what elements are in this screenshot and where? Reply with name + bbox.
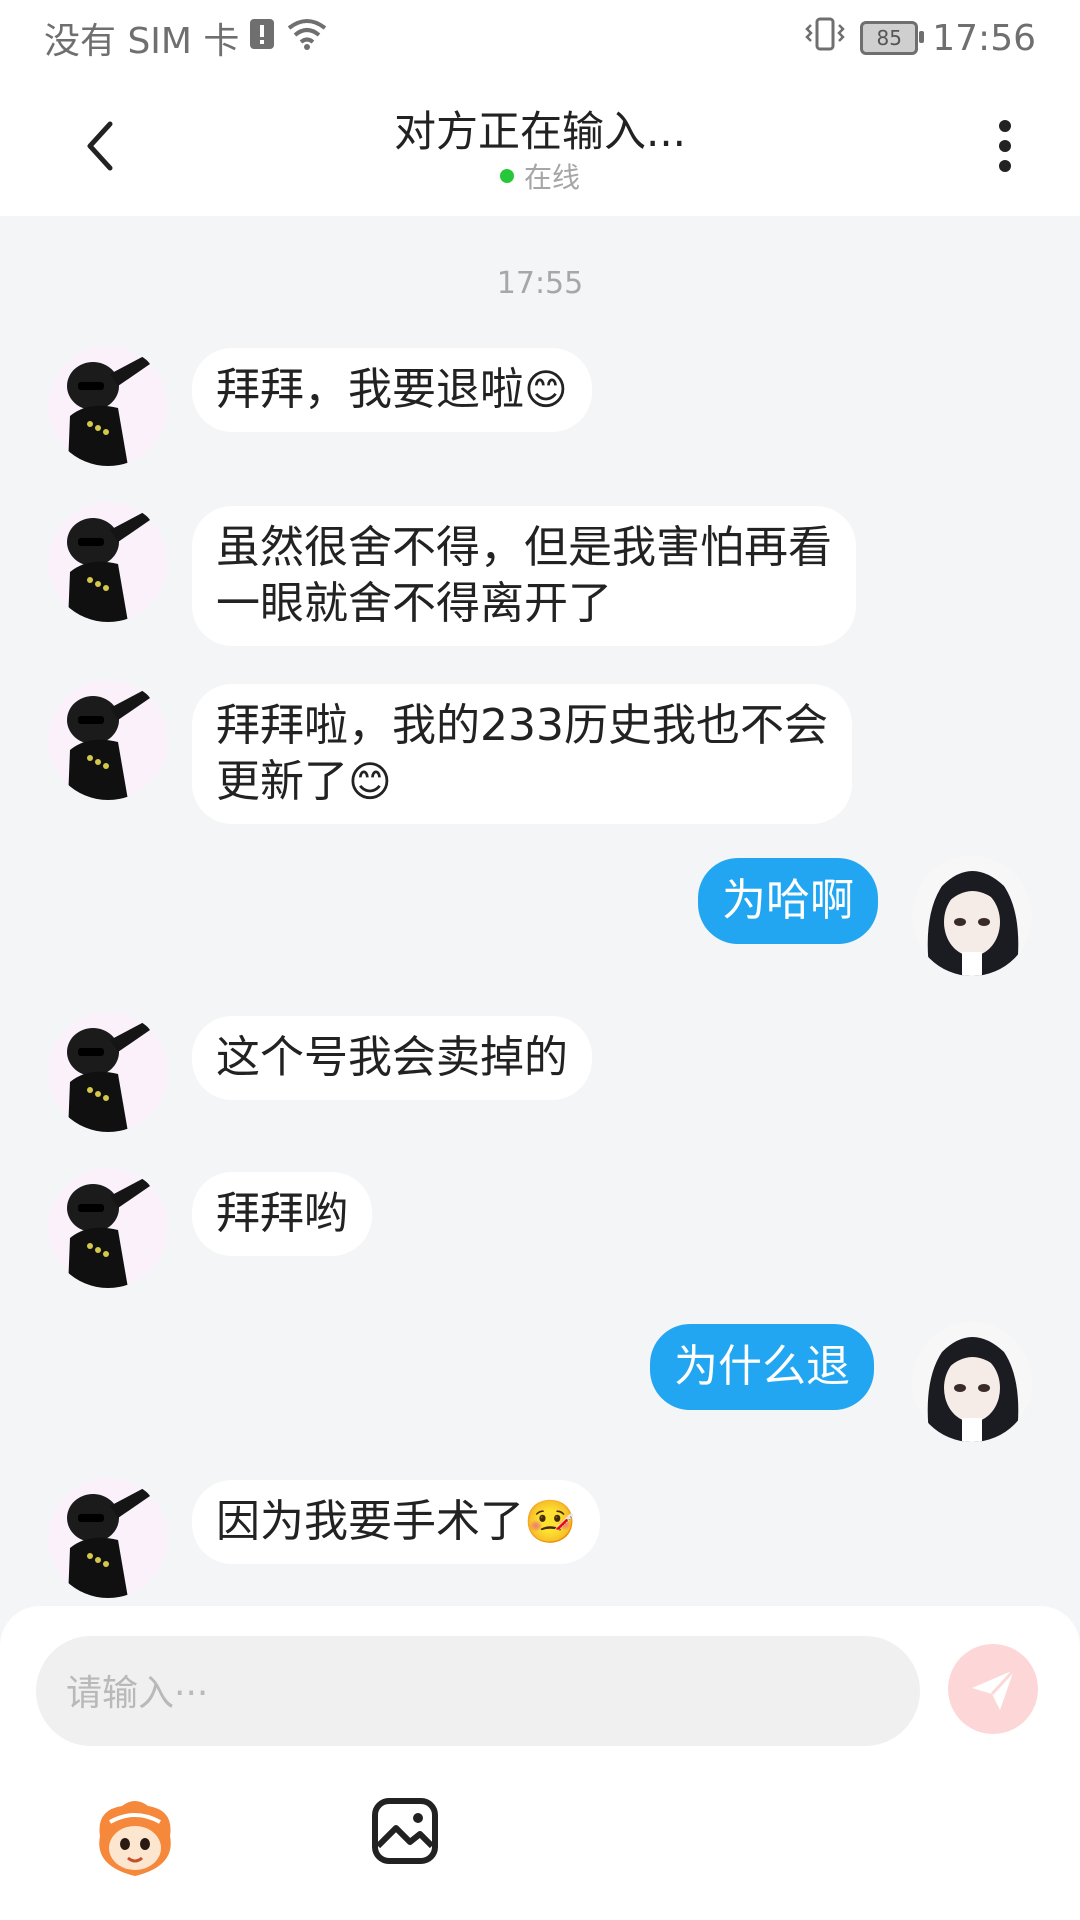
message-bubble[interactable]: 拜拜啦，我的233历史我也不会 更新了😊	[192, 684, 852, 824]
contact-avatar[interactable]	[48, 1478, 168, 1598]
contact-avatar[interactable]	[48, 346, 168, 466]
message-text-line: 虽然很舍不得，但是我害怕再看	[216, 522, 832, 573]
user-avatar[interactable]	[912, 856, 1032, 976]
input-bar: 请输入···	[0, 1606, 1080, 1920]
status-bar-left: 没有 SIM 卡	[44, 14, 329, 62]
smile-emoji-icon: 😊	[524, 365, 568, 414]
online-status: 在线	[0, 156, 1080, 196]
message-bubble[interactable]: 为哈啊	[698, 858, 878, 944]
alert-icon	[249, 18, 275, 59]
message-timestamp: 17:55	[496, 266, 584, 301]
status-bar-right: 85 17:56	[804, 14, 1036, 62]
page-title: 对方正在输入...	[393, 107, 687, 156]
more-icon	[999, 120, 1011, 172]
carrier-text: 没有 SIM 卡	[44, 21, 240, 62]
message-text: 拜拜，我要退啦	[216, 364, 524, 415]
message-text: 因为我要手术了	[216, 1496, 524, 1547]
message-bubble[interactable]: 拜拜，我要退啦😊	[192, 348, 592, 432]
clock: 17:56	[932, 17, 1036, 59]
message-bubble[interactable]: 为什么退	[650, 1324, 874, 1410]
contact-avatar[interactable]	[48, 1168, 168, 1288]
mascot-icon	[99, 1801, 171, 1876]
message-input-placeholder: 请输入···	[66, 1673, 209, 1714]
user-avatar[interactable]	[912, 1322, 1032, 1442]
message-text: 这个号我会卖掉的	[216, 1032, 568, 1083]
message-bubble[interactable]: 虽然很舍不得，但是我害怕再看 一眼就舍不得离开了	[192, 506, 856, 646]
message-text: 为哈啊	[722, 875, 854, 926]
message-bubble[interactable]: 这个号我会卖掉的	[192, 1016, 592, 1100]
online-dot	[499, 169, 514, 183]
send-button[interactable]	[948, 1644, 1038, 1734]
message-text-line: 拜拜啦，我的233历史我也不会	[216, 700, 828, 751]
more-button[interactable]	[980, 106, 1030, 186]
message-bubble[interactable]: 因为我要手术了🤒	[192, 1480, 601, 1564]
contact-avatar[interactable]	[48, 502, 168, 622]
battery-level: 85	[876, 26, 902, 50]
status-bar: 没有 SIM 卡 85 17:56	[0, 0, 1080, 76]
online-status-label: 在线	[523, 161, 580, 194]
message-text: 为什么退	[674, 1341, 850, 1392]
battery-indicator: 85	[860, 21, 925, 55]
sick-emoji-icon: 🤒	[524, 1497, 577, 1546]
image-button[interactable]	[370, 1796, 440, 1866]
message-text: 拜拜哟	[216, 1188, 348, 1239]
wifi-icon	[285, 16, 329, 61]
message-text-line: 更新了	[216, 756, 348, 807]
message-text-line: 一眼就舍不得离开了	[216, 578, 612, 629]
contact-avatar[interactable]	[48, 1012, 168, 1132]
send-icon	[972, 1668, 1016, 1710]
message-bubble[interactable]: 拜拜哟	[192, 1172, 372, 1256]
chat-header: 对方正在输入... 在线	[0, 76, 1080, 216]
sticker-button[interactable]	[92, 1796, 178, 1882]
smile-emoji-icon: 😊	[348, 757, 392, 806]
message-input[interactable]: 请输入···	[36, 1636, 920, 1746]
vibrate-icon	[804, 16, 846, 61]
image-icon	[372, 1798, 438, 1864]
chat-area[interactable]: 17:55 拜拜，我要退啦😊 虽然很舍不得，但是我害怕再看 一眼就舍不得离开了 …	[0, 216, 1080, 1606]
contact-avatar[interactable]	[48, 680, 168, 800]
